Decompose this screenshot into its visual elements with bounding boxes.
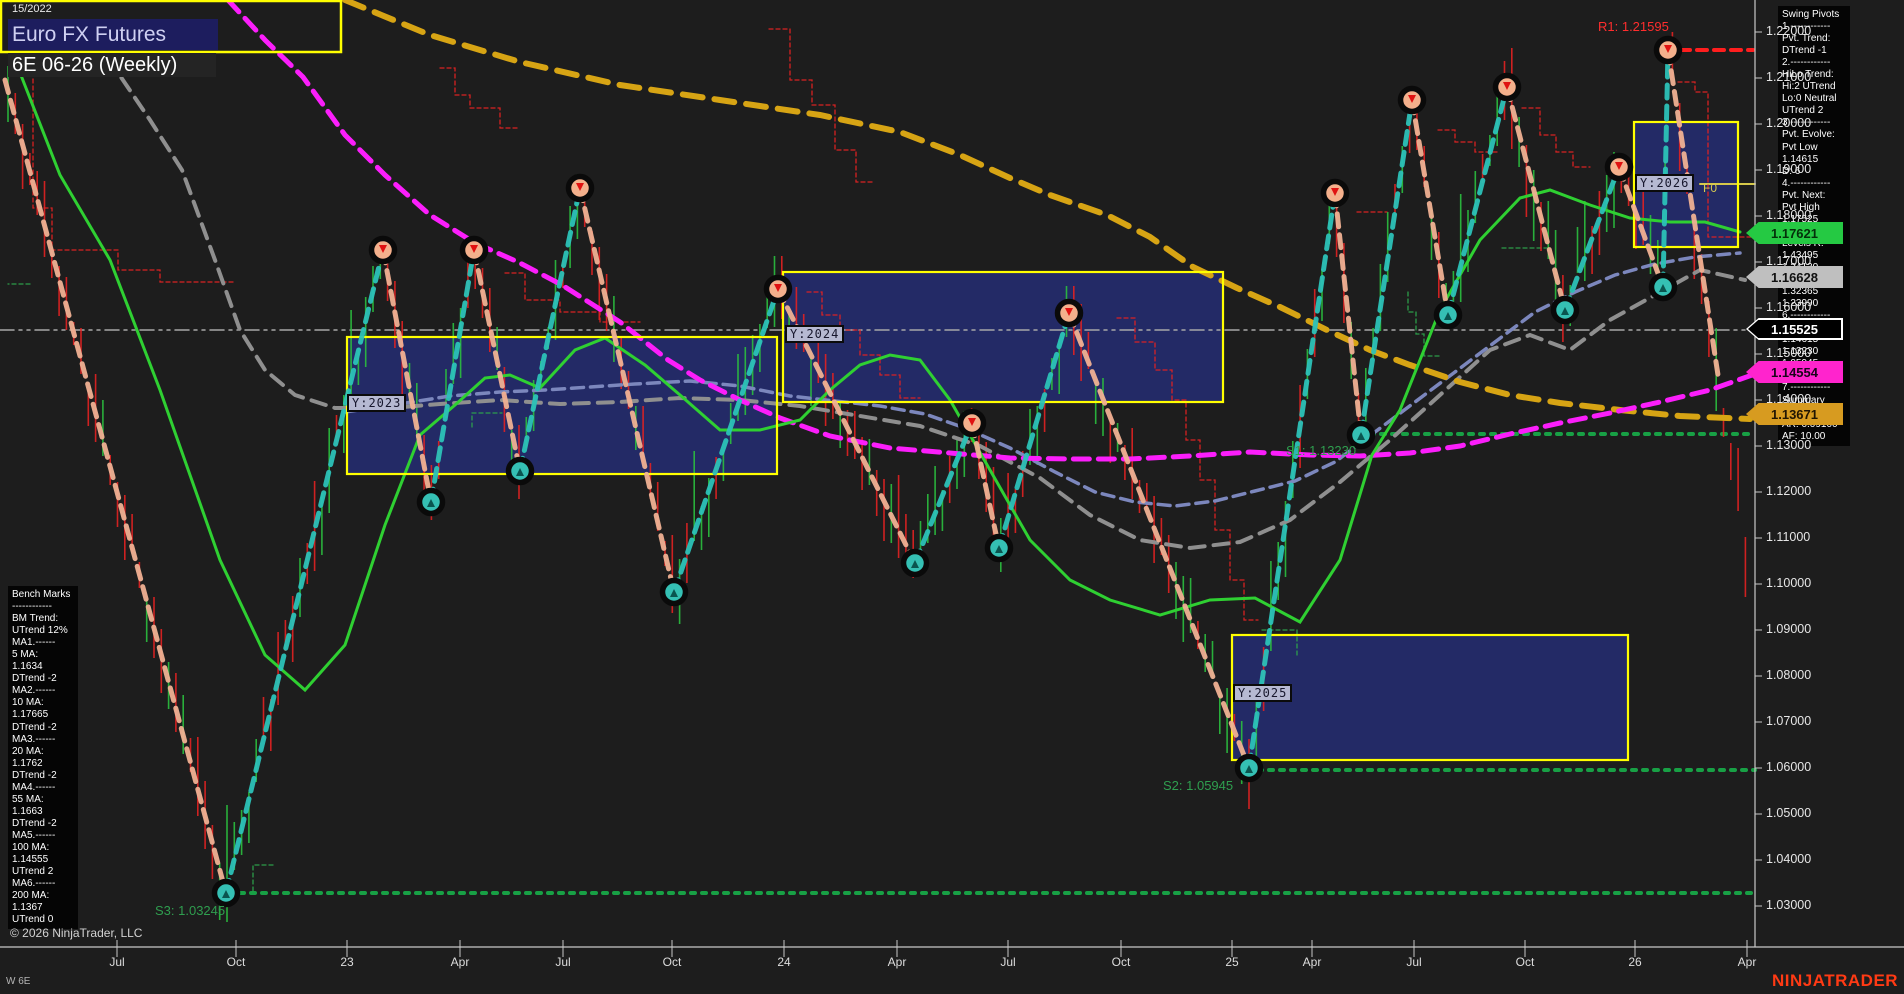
- s3-label: S3: 1.03245: [155, 903, 226, 918]
- panel-line: UTrend 2: [12, 866, 54, 878]
- panel-line: 2.------------: [1782, 57, 1831, 69]
- panel-line: 4.------------: [1782, 177, 1831, 189]
- panel-line: 1.14555: [12, 854, 49, 866]
- price-marker-value: 1.15525: [1748, 320, 1841, 338]
- price-tick-label: 1.17000: [1766, 254, 1812, 268]
- time-tick-label: Oct: [226, 955, 246, 969]
- year-chip-2024[interactable]: Y:2024: [785, 325, 845, 343]
- time-tick-label: Apr: [887, 955, 907, 969]
- price-tick-label: 1.13000: [1766, 438, 1812, 452]
- time-tick-label: Apr: [1302, 955, 1322, 969]
- price-tick-label: 1.03000: [1766, 898, 1812, 912]
- time-tick-label: Apr: [450, 955, 470, 969]
- price-marker-tag: 1.13671: [1746, 403, 1843, 425]
- panel-line: Lo:0 Neutral: [1782, 93, 1837, 105]
- year-chip-2025[interactable]: Y:2025: [1233, 684, 1293, 702]
- panel-line: DTrend -2: [12, 721, 57, 733]
- panel-line: DTrend -1: [1782, 45, 1827, 57]
- price-tick-label: 1.15000: [1766, 346, 1812, 360]
- panel-line: 20 MA:: [12, 745, 44, 757]
- copyright-label: © 2026 NinjaTrader, LLC: [10, 926, 143, 940]
- time-tick-label: Oct: [662, 955, 682, 969]
- panel-line: DTrend -2: [12, 817, 57, 829]
- s1-label: S1: 1.13230: [1286, 443, 1357, 458]
- price-tick-label: 1.12000: [1766, 484, 1812, 498]
- time-tick-label: 25: [1225, 955, 1239, 969]
- panel-line: UTrend 12%: [12, 625, 68, 637]
- price-tick-label: 1.20000: [1766, 116, 1812, 130]
- panel-line: 100 MA:: [12, 841, 50, 853]
- panel-line: MA2.------: [12, 685, 56, 697]
- s2-label: S2: 1.05945: [1163, 778, 1234, 793]
- panel-line: MA5.------: [12, 829, 56, 841]
- price-marker-tag: 1.17621: [1746, 222, 1843, 244]
- panel-line: DTrend -2: [12, 769, 57, 781]
- panel-line: 1.17665: [12, 709, 49, 721]
- year-chip-2023[interactable]: Y:2023: [347, 394, 407, 412]
- time-tick-label: 24: [777, 955, 791, 969]
- panel-line: 5 MA:: [12, 649, 39, 661]
- time-tick-label: 23: [340, 955, 354, 969]
- panel-line: Bench Marks: [12, 589, 71, 600]
- panel-line: Pvt. Next:: [1782, 189, 1826, 201]
- bench-marks-panel: Bench Marks ------------ BM Trend: UTrend 1…: [8, 586, 78, 930]
- price-marker-value: 1.16628: [1748, 268, 1841, 286]
- price-marker-tag: 1.15525: [1746, 318, 1843, 340]
- price-tick-label: 1.16000: [1766, 300, 1812, 314]
- price-tick-label: 1.07000: [1766, 714, 1812, 728]
- price-tick-label: 1.10000: [1766, 576, 1812, 590]
- panel-line: MA1.------: [12, 637, 56, 649]
- panel-line: DTrend -2: [12, 673, 57, 685]
- time-tick-label: Jul: [1000, 955, 1016, 969]
- time-tick-label: 26: [1628, 955, 1642, 969]
- panel-line: 1.1663: [12, 805, 43, 817]
- price-tick-label: 1.06000: [1766, 760, 1812, 774]
- price-chart-canvas[interactable]: [0, 0, 1904, 994]
- time-tick-label: Oct: [1515, 955, 1535, 969]
- price-tick-label: 1.08000: [1766, 668, 1812, 682]
- panel-line: Pvt Low: [1782, 141, 1818, 153]
- price-marker-tag: 1.16628: [1746, 266, 1843, 288]
- time-tick-label: Jul: [1406, 955, 1422, 969]
- panel-line: 1.1367: [12, 902, 43, 914]
- series-title: 6E 06-26 (Weekly): [8, 53, 216, 77]
- panel-line: Pvt. Evolve:: [1782, 129, 1835, 141]
- year-chip-2026[interactable]: Y:2026: [1635, 174, 1695, 192]
- price-tick-label: 1.21000: [1766, 70, 1812, 84]
- price-tick-label: 1.11000: [1766, 530, 1811, 544]
- time-tick-label: Jul: [555, 955, 571, 969]
- time-tick-label: Oct: [1111, 955, 1131, 969]
- ninjatrader-chart-window: 15/2022 - 14/2026 Euro FX Futures 6E 06-…: [0, 0, 1904, 994]
- panel-line: 200 MA:: [12, 890, 50, 902]
- r1-label: R1: 1.21595: [1598, 19, 1669, 34]
- panel-line: UTrend 0: [12, 914, 54, 926]
- panel-line: MA3.------: [12, 733, 56, 745]
- time-tick-label: Apr: [1737, 955, 1757, 969]
- panel-line: ------------: [12, 601, 52, 613]
- f0-label: F0: [1703, 181, 1718, 195]
- panel-line: BM Trend:: [12, 613, 59, 625]
- panel-line: Swing Pivots: [1782, 9, 1840, 20]
- price-tick-label: 1.18000: [1766, 208, 1812, 222]
- price-tick-label: 1.19000: [1766, 162, 1812, 176]
- price-tick-label: 1.22000: [1766, 24, 1812, 38]
- workspace-tab[interactable]: W 6E: [6, 976, 30, 987]
- price-marker-value: 1.13671: [1748, 405, 1841, 423]
- instrument-title: Euro FX Futures: [8, 19, 218, 50]
- panel-line: MA6.------: [12, 878, 56, 890]
- panel-line: 10 MA:: [12, 697, 44, 709]
- price-tick-label: 1.04000: [1766, 852, 1812, 866]
- panel-line: 55 MA:: [12, 793, 44, 805]
- panel-line: 1.1634: [12, 661, 43, 673]
- time-tick-label: Jul: [109, 955, 125, 969]
- price-marker-value: 1.17621: [1748, 224, 1841, 242]
- price-tick-label: 1.09000: [1766, 622, 1812, 636]
- ninjatrader-logo: NINJATRADER: [1772, 971, 1899, 990]
- panel-line: 1.1762: [12, 757, 43, 769]
- price-tick-label: 1.05000: [1766, 806, 1812, 820]
- price-marker-tag: 1.14554: [1746, 361, 1843, 383]
- panel-line: MA4.------: [12, 781, 56, 793]
- price-marker-value: 1.14554: [1748, 363, 1841, 381]
